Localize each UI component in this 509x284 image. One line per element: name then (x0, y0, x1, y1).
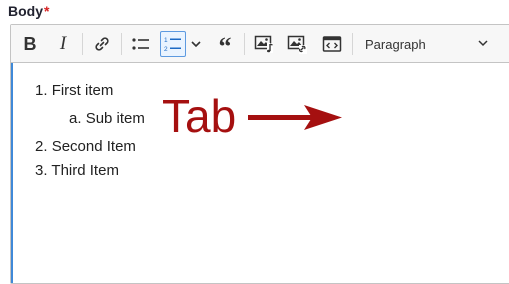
editor-content-area[interactable]: 1. First item a. Sub item 2. Second Item… (11, 63, 509, 283)
toolbar-separator (82, 33, 83, 55)
bold-button[interactable]: B (17, 31, 43, 57)
list-item-nested: a. Sub item (69, 110, 145, 127)
numbered-list-icon: 1 2 (164, 37, 181, 53)
media-icon (254, 35, 273, 53)
bold-icon: B (23, 33, 37, 54)
toolbar-separator (121, 33, 122, 55)
heading-select-value: Paragraph (365, 36, 426, 52)
list-marker: 2. (35, 138, 48, 155)
field-label: Body* (8, 3, 49, 19)
list-marker: a. (69, 110, 82, 127)
list-item-text: Second Item (51, 138, 136, 155)
block-quote-button[interactable]: “ (212, 31, 238, 57)
italic-button[interactable]: I (50, 31, 76, 57)
chevron-down-icon (478, 40, 488, 47)
chevron-down-icon (191, 41, 201, 48)
quote-icon: “ (218, 34, 232, 54)
right-arrow-icon (248, 105, 342, 130)
list-marker: 1. (35, 82, 48, 99)
toolbar-separator (244, 33, 245, 55)
rich-text-editor: B I 1 2 “ Paragraph 1. First item a. Sub… (10, 24, 509, 284)
list-item: 2. Second Item (35, 138, 136, 155)
list-item-text: Sub item (85, 110, 145, 127)
required-marker: * (44, 3, 50, 19)
numbered-list-options-button[interactable] (189, 31, 203, 57)
list-item-text: Third Item (51, 162, 119, 179)
bulleted-list-button[interactable] (128, 31, 154, 57)
italic-icon: I (59, 33, 67, 54)
list-marker: 3. (35, 162, 48, 179)
link-button[interactable] (89, 31, 115, 57)
embed-code-button[interactable] (319, 31, 345, 57)
heading-select[interactable]: Paragraph (355, 31, 497, 57)
list-item-text: First item (51, 82, 114, 99)
svg-text:1: 1 (164, 37, 168, 44)
editor-toolbar: B I 1 2 “ Paragraph (11, 25, 509, 63)
list-item: 1. First item (35, 82, 113, 99)
list-item: 3. Third Item (35, 162, 119, 179)
toolbar-separator (352, 33, 353, 55)
insert-image-button[interactable] (284, 31, 310, 57)
image-icon (287, 35, 307, 54)
tab-annotation-text: Tab (162, 90, 237, 142)
link-icon (95, 37, 109, 51)
code-block-icon (322, 36, 342, 52)
field-label-text: Body (8, 3, 43, 19)
insert-media-button[interactable] (251, 31, 277, 57)
bulleted-list-icon (132, 38, 149, 50)
svg-text:2: 2 (164, 46, 168, 53)
numbered-list-button[interactable]: 1 2 (160, 31, 186, 57)
